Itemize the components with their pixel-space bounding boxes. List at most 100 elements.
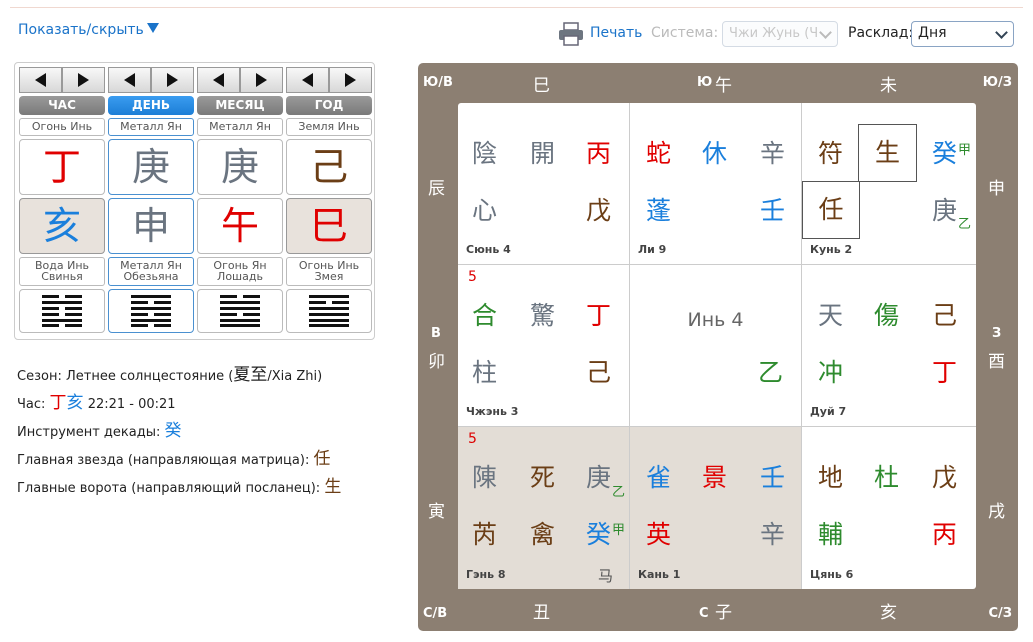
palace-xun[interactable]: 陰 開 丙 心 戊 Сюнь 4 (458, 103, 630, 265)
branch-char: 巳 (286, 198, 372, 254)
layout-label: Расклад: (848, 25, 914, 41)
print-button[interactable]: Печать (590, 25, 642, 41)
branch-char: 午 (197, 198, 283, 254)
earth-stem: 癸 (586, 520, 612, 549)
star-char: 冲 (818, 358, 844, 387)
stem-element: Металл Ян (197, 118, 283, 136)
printer-icon[interactable] (558, 22, 584, 46)
heaven-stem: 丁 (586, 301, 612, 330)
palace-kan[interactable]: 雀 景 壬 英 辛 Кань 1 (630, 427, 802, 589)
pillar-title[interactable]: ЧАС (19, 96, 105, 115)
horse-char: 马 (598, 567, 614, 585)
heaven-stem: 癸 (932, 139, 958, 168)
chevron-down-icon (819, 26, 832, 39)
hour-prev-button[interactable] (19, 67, 62, 93)
branch-left-top: 辰 (428, 179, 445, 199)
branch-top-mid: 午 (715, 76, 732, 96)
layout-select[interactable]: Дня (911, 21, 1014, 47)
month-next-button[interactable] (240, 67, 283, 93)
pillar-title[interactable]: МЕСЯЦ (197, 96, 283, 115)
system-select[interactable]: Чжи Жунь (Ч (722, 21, 838, 47)
earth-sup: 乙 (958, 217, 972, 232)
gate-line: Главные ворота (направляющий посланец): … (17, 472, 341, 497)
branch-char: 申 (108, 198, 194, 254)
heaven-stem: 庚 (586, 463, 612, 492)
decade-label: Инструмент декады: (17, 425, 161, 440)
palace-dui[interactable]: 天 傷 己 冲 丁 Дуй 7 (802, 265, 976, 427)
hour-stem: 丁 (49, 393, 67, 413)
stem-char: 己 (286, 139, 372, 195)
stem-char: 丁 (19, 139, 105, 195)
gate-char: 開 (530, 139, 556, 168)
season-line: Сезон: Летнее солнцестояние (夏至/Xia Zhi) (17, 360, 322, 385)
top-divider (10, 7, 1023, 8)
day-next-button[interactable] (151, 67, 194, 93)
earth-stem: 丙 (932, 520, 958, 549)
gate-label: Главные ворота (направляющий посланец): (17, 481, 321, 496)
day-prev-button[interactable] (108, 67, 151, 93)
system-select-value: Чжи Жунь (Ч (729, 26, 819, 41)
heaven-stem: 壬 (760, 463, 786, 492)
layout-select-value: Дня (918, 25, 947, 41)
arrow-left-icon (124, 73, 135, 87)
palace-grid: 陰 開 丙 心 戊 Сюнь 4 蛇 休 辛 蓬 壬 Ли 9 符 生 癸 甲 … (458, 103, 976, 589)
palace-zhen[interactable]: 5 合 驚 丁 柱 己 Чжэнь 3 (458, 265, 630, 427)
gate-char: 休 (702, 139, 728, 168)
star-line: Главная звезда (направляющая матрица): 任 (17, 444, 330, 469)
arrow-left-icon (35, 73, 46, 87)
pillar-title[interactable]: ДЕНЬ (108, 96, 194, 115)
palace-number: 5 (468, 269, 477, 285)
dir-north: С (699, 606, 709, 621)
gate-char: 景 (702, 463, 728, 492)
branch-left-bottom: 寅 (428, 502, 445, 522)
pillar-day: ДЕНЬ Металл Ян 庚 申 Металл Ян Обезьяна (108, 67, 194, 333)
star-char-2: 禽 (530, 520, 556, 549)
palace-qian[interactable]: 地 杜 戊 輔 丙 Цянь 6 (802, 427, 976, 589)
hour-label: Час: (17, 397, 46, 412)
heaven-stem: 丙 (586, 139, 612, 168)
branch-animal: Змея (314, 270, 344, 283)
arrow-left-icon (302, 73, 313, 87)
year-next-button[interactable] (329, 67, 372, 93)
palace-name: Кунь 2 (810, 243, 853, 256)
palace-kun[interactable]: 符 生 癸 甲 任 庚 乙 Кунь 2 (802, 103, 976, 265)
branch-element: Вода Инь Свинья (19, 257, 105, 286)
branch-right-bottom: 戌 (988, 502, 1005, 522)
earth-stem: 壬 (760, 196, 786, 225)
season-pinyin: /Xia Zhi) (267, 369, 323, 384)
hexagram-icon (197, 289, 283, 333)
star-char: 任 (802, 181, 860, 239)
show-hide-toggle[interactable]: Показать/скрыть (18, 22, 159, 38)
qimen-board: Ю/В Ю/З С/В С/З 巳 Ю 午 未 丑 С 子 亥 辰 В 卯 寅 … (418, 63, 1018, 631)
gate-char: 死 (530, 463, 556, 492)
earth-stem: 丁 (932, 358, 958, 387)
hour-next-button[interactable] (62, 67, 105, 93)
stem-char: 庚 (108, 139, 194, 195)
branch-animal: Лошадь (217, 270, 263, 283)
palace-name: Кань 1 (638, 568, 681, 581)
deity-char: 雀 (646, 463, 672, 492)
star-char: 柱 (472, 358, 498, 387)
branch-animal: Свинья (41, 270, 83, 283)
hour-branch: 亥 (66, 393, 84, 413)
branch-bottom-right: 亥 (880, 603, 897, 623)
season-label: Сезон: (17, 369, 62, 384)
month-prev-button[interactable] (197, 67, 240, 93)
pillar-title[interactable]: ГОД (286, 96, 372, 115)
star-char: 輔 (818, 520, 844, 549)
palace-gen[interactable]: 5 陳 死 庚 乙 芮 禽 癸 甲 马 Гэнь 8 (458, 427, 630, 589)
season-value: Летнее солнцестояние ( (65, 369, 234, 384)
palace-li[interactable]: 蛇 休 辛 蓬 壬 Ли 9 (630, 103, 802, 265)
deity-char: 陰 (472, 139, 498, 168)
palace-center: Инь 4 乙 (630, 265, 802, 427)
year-prev-button[interactable] (286, 67, 329, 93)
earth-stem: 乙 (758, 358, 784, 387)
stem-element: Металл Ян (108, 118, 194, 136)
star-char: 任 (313, 449, 331, 469)
palace-name: Дуй 7 (810, 405, 847, 418)
show-hide-label: Показать/скрыть (18, 22, 144, 38)
star-char: 芮 (472, 520, 498, 549)
star-char: 心 (472, 196, 498, 225)
heaven-stem: 己 (932, 301, 958, 330)
stem-char: 庚 (197, 139, 283, 195)
